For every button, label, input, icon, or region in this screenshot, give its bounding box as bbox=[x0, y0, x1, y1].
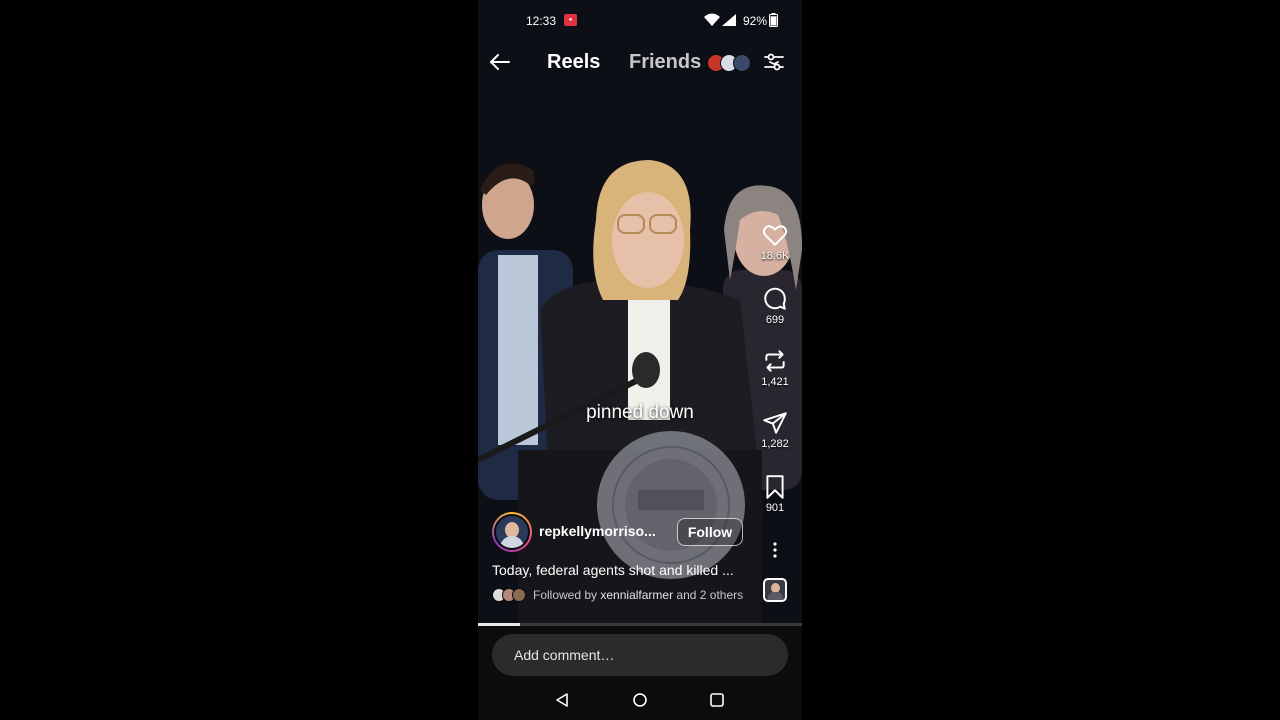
status-time: 12:33 bbox=[526, 14, 557, 28]
signal-icon bbox=[722, 14, 736, 26]
bookmark-icon[interactable] bbox=[762, 474, 788, 500]
nav-home-icon[interactable] bbox=[632, 692, 648, 708]
author-username[interactable]: repkellymorriso... bbox=[539, 523, 656, 539]
followed-by-text: Followed by xennialfarmer and 2 others bbox=[533, 588, 744, 602]
repost-action[interactable]: 1,421 bbox=[752, 348, 798, 388]
video-progress-bar[interactable] bbox=[478, 623, 802, 626]
author-row: repkellymorriso... Follow bbox=[492, 512, 752, 552]
save-count: 901 bbox=[765, 502, 785, 514]
comment-action[interactable]: 699 bbox=[752, 286, 798, 326]
nav-recents-icon[interactable] bbox=[709, 692, 725, 708]
like-action[interactable]: 18.6K bbox=[752, 222, 798, 262]
followed-by-user[interactable]: xennialfarmer bbox=[600, 588, 673, 602]
top-nav: Reels Friends bbox=[478, 44, 802, 80]
follow-button[interactable]: Follow bbox=[677, 518, 743, 546]
like-count: 18.6K bbox=[760, 250, 790, 262]
more-vertical-icon[interactable] bbox=[765, 540, 785, 560]
send-icon[interactable] bbox=[762, 410, 788, 436]
post-caption[interactable]: Today, federal agents shot and killed ..… bbox=[492, 562, 752, 578]
back-arrow-icon[interactable] bbox=[488, 50, 512, 74]
share-count: 1,282 bbox=[761, 438, 789, 450]
wifi-icon bbox=[704, 13, 720, 26]
save-action[interactable]: 901 bbox=[752, 474, 798, 514]
heart-icon[interactable] bbox=[762, 222, 788, 248]
repost-count: 1,421 bbox=[761, 376, 789, 388]
share-action[interactable]: 1,282 bbox=[752, 410, 798, 450]
comment-count: 699 bbox=[765, 314, 785, 326]
repost-icon[interactable] bbox=[762, 348, 788, 374]
followed-by-avatars bbox=[492, 588, 528, 602]
system-nav-bar bbox=[478, 684, 802, 720]
friends-avatar-stack[interactable] bbox=[707, 54, 753, 72]
nav-back-icon[interactable] bbox=[554, 692, 570, 708]
city-seal bbox=[597, 431, 745, 579]
add-comment-input[interactable]: Add comment… bbox=[492, 634, 788, 676]
comment-bubble-icon[interactable] bbox=[762, 286, 788, 312]
audio-thumbnail[interactable] bbox=[763, 578, 787, 602]
tab-friends[interactable]: Friends bbox=[629, 51, 701, 74]
author-avatar[interactable] bbox=[492, 512, 532, 552]
screen-record-icon: ● bbox=[564, 14, 577, 26]
phone-screen: 12:33 ● 92% Reels Friends pinned down 18… bbox=[478, 0, 802, 720]
video-progress-fill bbox=[478, 623, 521, 626]
followed-by-row[interactable]: Followed by xennialfarmer and 2 others bbox=[492, 587, 762, 603]
battery-icon bbox=[769, 13, 778, 27]
battery-percent: 92% bbox=[743, 14, 768, 28]
filter-settings-icon[interactable] bbox=[762, 50, 786, 74]
more-action[interactable] bbox=[752, 540, 798, 560]
tab-reels[interactable]: Reels bbox=[547, 51, 600, 74]
friend-avatar bbox=[733, 54, 751, 72]
status-bar: 12:33 ● 92% bbox=[478, 0, 802, 40]
